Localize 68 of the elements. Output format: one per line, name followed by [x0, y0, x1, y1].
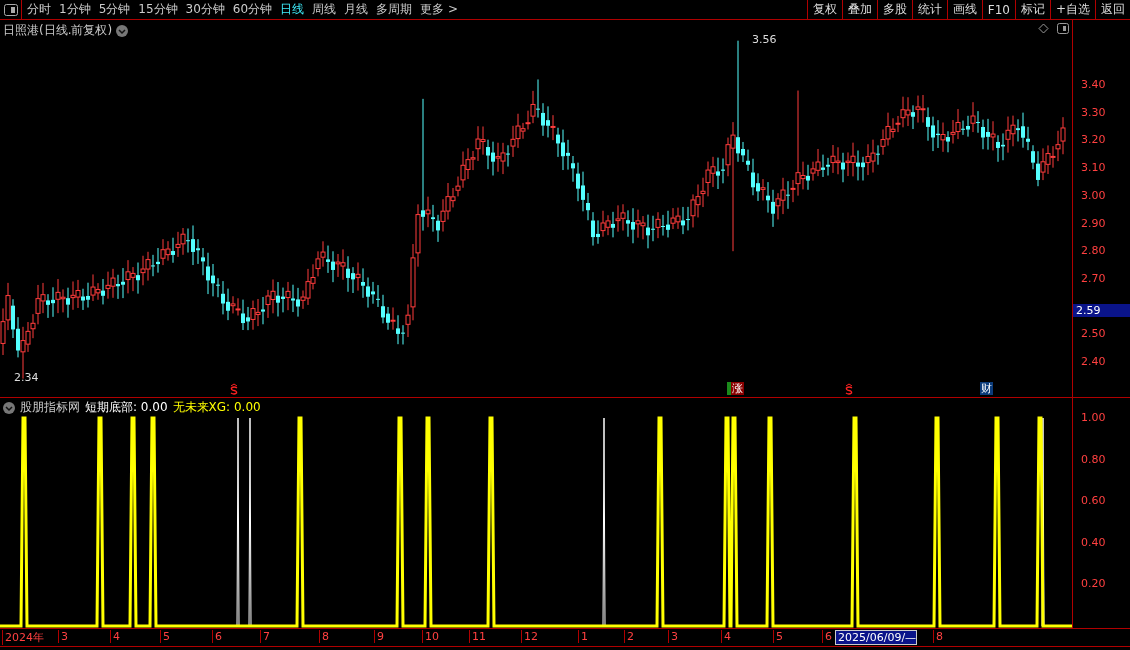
- time-axis-label: 8: [319, 630, 329, 643]
- time-axis-label: 3: [668, 630, 678, 643]
- time-axis-label: 11: [469, 630, 486, 643]
- period-tab[interactable]: 60分钟: [232, 1, 273, 18]
- dividend-marker-icon[interactable]: [230, 383, 238, 395]
- period-tab[interactable]: 更多 >: [420, 1, 458, 18]
- time-axis-label: 4: [721, 630, 731, 643]
- toolbar-button[interactable]: 画线: [946, 0, 982, 19]
- time-axis-label: 9: [374, 630, 384, 643]
- price-axis-label: 3.00: [1081, 188, 1106, 202]
- toolbar-button[interactable]: +自选: [1049, 0, 1095, 19]
- time-axis-label: 12: [521, 630, 538, 643]
- time-axis-label: 10: [422, 630, 439, 643]
- current-price-label: 2.59: [1073, 303, 1130, 317]
- toolbar-button[interactable]: F10: [981, 0, 1015, 19]
- period-tab[interactable]: 多周期: [376, 1, 413, 18]
- toolbar-button[interactable]: 复权: [806, 0, 842, 19]
- time-axis-label: 3: [58, 630, 68, 643]
- period-tab[interactable]: 1分钟: [59, 1, 91, 18]
- time-axis-label: 5: [160, 630, 170, 643]
- price-axis-label: 2.50: [1081, 327, 1106, 341]
- period-tab[interactable]: 15分钟: [138, 1, 178, 18]
- cursor-date-label: 2025/06/09/—: [835, 630, 918, 645]
- time-axis-label: 1: [578, 630, 588, 643]
- dropdown-icon[interactable]: [3, 401, 15, 414]
- time-axis-label: 8: [933, 630, 943, 643]
- time-axis-label: 4: [110, 630, 120, 643]
- time-axis-label: 2024年: [2, 630, 44, 645]
- low-price-label: 2.34: [14, 370, 39, 384]
- price-axis-label: 3.10: [1081, 161, 1106, 175]
- indicator-axis-label: 1.00: [1081, 411, 1106, 424]
- indicator-axis-label: 0.40: [1081, 535, 1106, 549]
- indicator-value: 无未来XG: 0.00: [172, 399, 261, 416]
- limit-up-badge[interactable]: 涨: [727, 382, 744, 395]
- high-price-label: 3.56: [752, 32, 777, 46]
- period-tab[interactable]: 月线: [344, 1, 369, 18]
- price-axis-label: 2.70: [1081, 271, 1106, 285]
- time-axis-label: 6: [212, 630, 222, 643]
- stock-title: 日照港(日线.前复权): [3, 22, 113, 39]
- period-tab[interactable]: 5分钟: [98, 1, 131, 18]
- time-axis-label: 7: [260, 630, 270, 643]
- price-axis-label: 2.80: [1081, 244, 1106, 258]
- period-tab[interactable]: 30分钟: [185, 1, 225, 18]
- panel-toggle-icon[interactable]: [1057, 23, 1069, 34]
- price-axis-label: 3.30: [1081, 105, 1106, 119]
- finance-badge[interactable]: 财: [980, 382, 993, 395]
- toolbar-button[interactable]: 多股: [876, 0, 912, 19]
- indicator-name[interactable]: 股朋指标网: [20, 399, 80, 416]
- dropdown-icon[interactable]: [116, 24, 129, 37]
- price-axis-label: 2.90: [1081, 216, 1106, 230]
- indicator-axis-label: 0.60: [1081, 494, 1106, 508]
- indicator-value: 短期底部: 0.00: [85, 399, 168, 416]
- toolbar-button[interactable]: 叠加: [841, 0, 877, 19]
- toolbar-button[interactable]: 返回: [1095, 0, 1130, 19]
- price-axis-label: 3.40: [1081, 78, 1106, 91]
- price-axis-label: 3.20: [1081, 133, 1106, 147]
- toolbar-button[interactable]: 统计: [911, 0, 947, 19]
- time-axis-label: 2: [624, 630, 634, 643]
- period-tab[interactable]: 日线: [280, 1, 305, 18]
- period-tab[interactable]: 周线: [312, 1, 337, 18]
- dividend-marker-icon[interactable]: [845, 383, 853, 395]
- time-axis-label: 5: [773, 630, 783, 643]
- indicator-axis-label: 0.20: [1081, 577, 1106, 591]
- time-axis-label: 6: [822, 630, 832, 643]
- indicator-axis-label: 0.80: [1081, 452, 1106, 466]
- price-axis-label: 2.40: [1081, 355, 1106, 368]
- period-tab[interactable]: 分时: [27, 1, 51, 18]
- toolbar-button[interactable]: 标记: [1014, 0, 1050, 19]
